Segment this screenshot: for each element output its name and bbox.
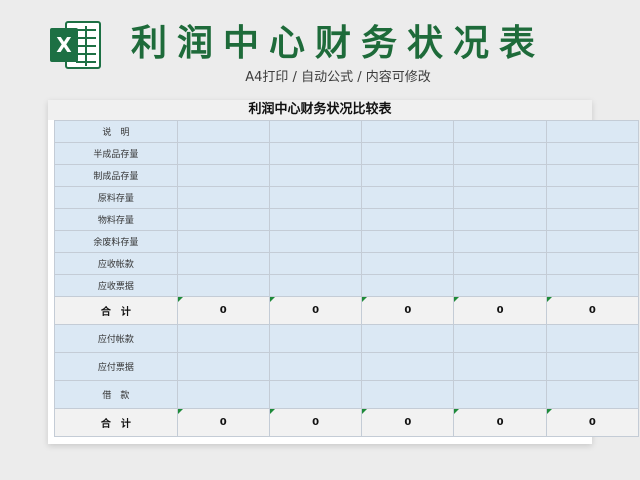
total-value[interactable]: 0 [268,408,363,437]
table-cell[interactable] [453,274,547,297]
table-cell[interactable] [545,208,640,231]
table-cell[interactable] [545,352,640,381]
table-row: 余废料存量 [54,230,640,253]
table-cell[interactable] [268,380,363,409]
table-row: 物料存量 [54,208,640,231]
spreadsheet: 利润中心财务状况比较表 说 明半成品存量 制成品存量 原料存量 物料存量 余废料存量 应收… [48,100,640,444]
table-cell[interactable] [176,142,270,165]
table-cell[interactable] [268,274,363,297]
table-row: 应收票据 [54,274,640,297]
total-value[interactable]: 0 [545,408,640,437]
table-row: 应付票据 [54,352,640,381]
total-value[interactable]: 0 [545,296,640,325]
table-cell[interactable] [268,324,363,353]
table-cell[interactable] [453,324,547,353]
row-label[interactable]: 应收帐款 [54,252,178,275]
table-cell[interactable] [545,324,640,353]
table-cell[interactable] [453,230,547,253]
table-cell[interactable] [176,274,270,297]
table-cell[interactable] [545,230,640,253]
total-value[interactable]: 0 [268,296,363,325]
total-value[interactable]: 0 [453,408,547,437]
table-cell[interactable] [268,120,363,143]
row-label[interactable]: 物料存量 [54,208,178,231]
sheet-title[interactable]: 利润中心财务状况比较表 [48,100,592,120]
excel-icon: X [50,21,101,69]
table-cell[interactable] [176,120,270,143]
total-label[interactable]: 合 计 [54,296,178,325]
row-label[interactable]: 制成品存量 [54,164,178,187]
total-value[interactable]: 0 [176,408,270,437]
table-cell[interactable] [545,164,640,187]
svg-text:X: X [56,33,72,57]
row-label[interactable]: 借 款 [54,380,178,409]
row-label[interactable]: 原料存量 [54,186,178,209]
table-cell[interactable] [453,164,547,187]
table-cell[interactable] [361,352,455,381]
table-cell[interactable] [268,352,363,381]
table-cell[interactable] [176,186,270,209]
page-header: X 利润中心财务状况表 A4打印 / 自动公式 / 内容可修改 [0,0,640,100]
table-cell[interactable] [361,120,455,143]
table-cell[interactable] [361,208,455,231]
table-cell[interactable] [268,208,363,231]
table-cell[interactable] [268,164,363,187]
row-label[interactable]: 应付票据 [54,352,178,381]
row-label[interactable]: 应收票据 [54,274,178,297]
table-cell[interactable] [545,274,640,297]
table-cell[interactable] [176,230,270,253]
total-value[interactable]: 0 [361,296,455,325]
row-label[interactable]: 半成品存量 [54,142,178,165]
table-cell[interactable] [453,352,547,381]
table-cell[interactable] [361,274,455,297]
table-cell[interactable] [453,252,547,275]
total-value[interactable]: 0 [176,296,270,325]
table-cell[interactable] [453,186,547,209]
table-cell[interactable] [361,230,455,253]
total-row: 合 计00000 [54,296,640,325]
table-row: 借 款 [54,380,640,409]
table-row: 制成品存量 [54,164,640,187]
table-cell[interactable] [268,142,363,165]
table-cell[interactable] [176,208,270,231]
table-cell[interactable] [545,380,640,409]
table-cell[interactable] [176,352,270,381]
table-cell[interactable] [545,252,640,275]
table-cell[interactable] [176,252,270,275]
table-cell[interactable] [361,252,455,275]
table-cell[interactable] [176,164,270,187]
table-cell[interactable] [453,142,547,165]
table-row: 应付帐款 [54,324,640,353]
table-cell[interactable] [361,164,455,187]
table-row: 原料存量 [54,186,640,209]
table-cell[interactable] [545,142,640,165]
table-cell[interactable] [545,120,640,143]
row-label[interactable]: 说 明 [54,120,178,143]
row-label[interactable]: 应付帐款 [54,324,178,353]
table-cell[interactable] [453,120,547,143]
total-row: 合 计00000 [54,408,640,437]
table-cell[interactable] [176,380,270,409]
page-subtitle: A4打印 / 自动公式 / 内容可修改 [245,70,431,85]
table-cell[interactable] [268,186,363,209]
finance-table: 说 明半成品存量 制成品存量 原料存量 物料存量 余废料存量 应收帐款 应收票据合 计000… [54,120,640,437]
table-row: 应收帐款 [54,252,640,275]
page-title: 利润中心财务状况表 [130,23,545,64]
row-label[interactable]: 余废料存量 [54,230,178,253]
table-cell[interactable] [361,186,455,209]
table-cell[interactable] [176,324,270,353]
table-cell[interactable] [361,142,455,165]
total-value[interactable]: 0 [453,296,547,325]
table-row: 说 明 [54,120,640,143]
table-cell[interactable] [453,380,547,409]
table-cell[interactable] [268,230,363,253]
table-cell[interactable] [361,324,455,353]
total-label[interactable]: 合 计 [54,408,178,437]
table-cell[interactable] [545,186,640,209]
table-cell[interactable] [268,252,363,275]
total-value[interactable]: 0 [361,408,455,437]
table-cell[interactable] [453,208,547,231]
table-row: 半成品存量 [54,142,640,165]
table-cell[interactable] [361,380,455,409]
